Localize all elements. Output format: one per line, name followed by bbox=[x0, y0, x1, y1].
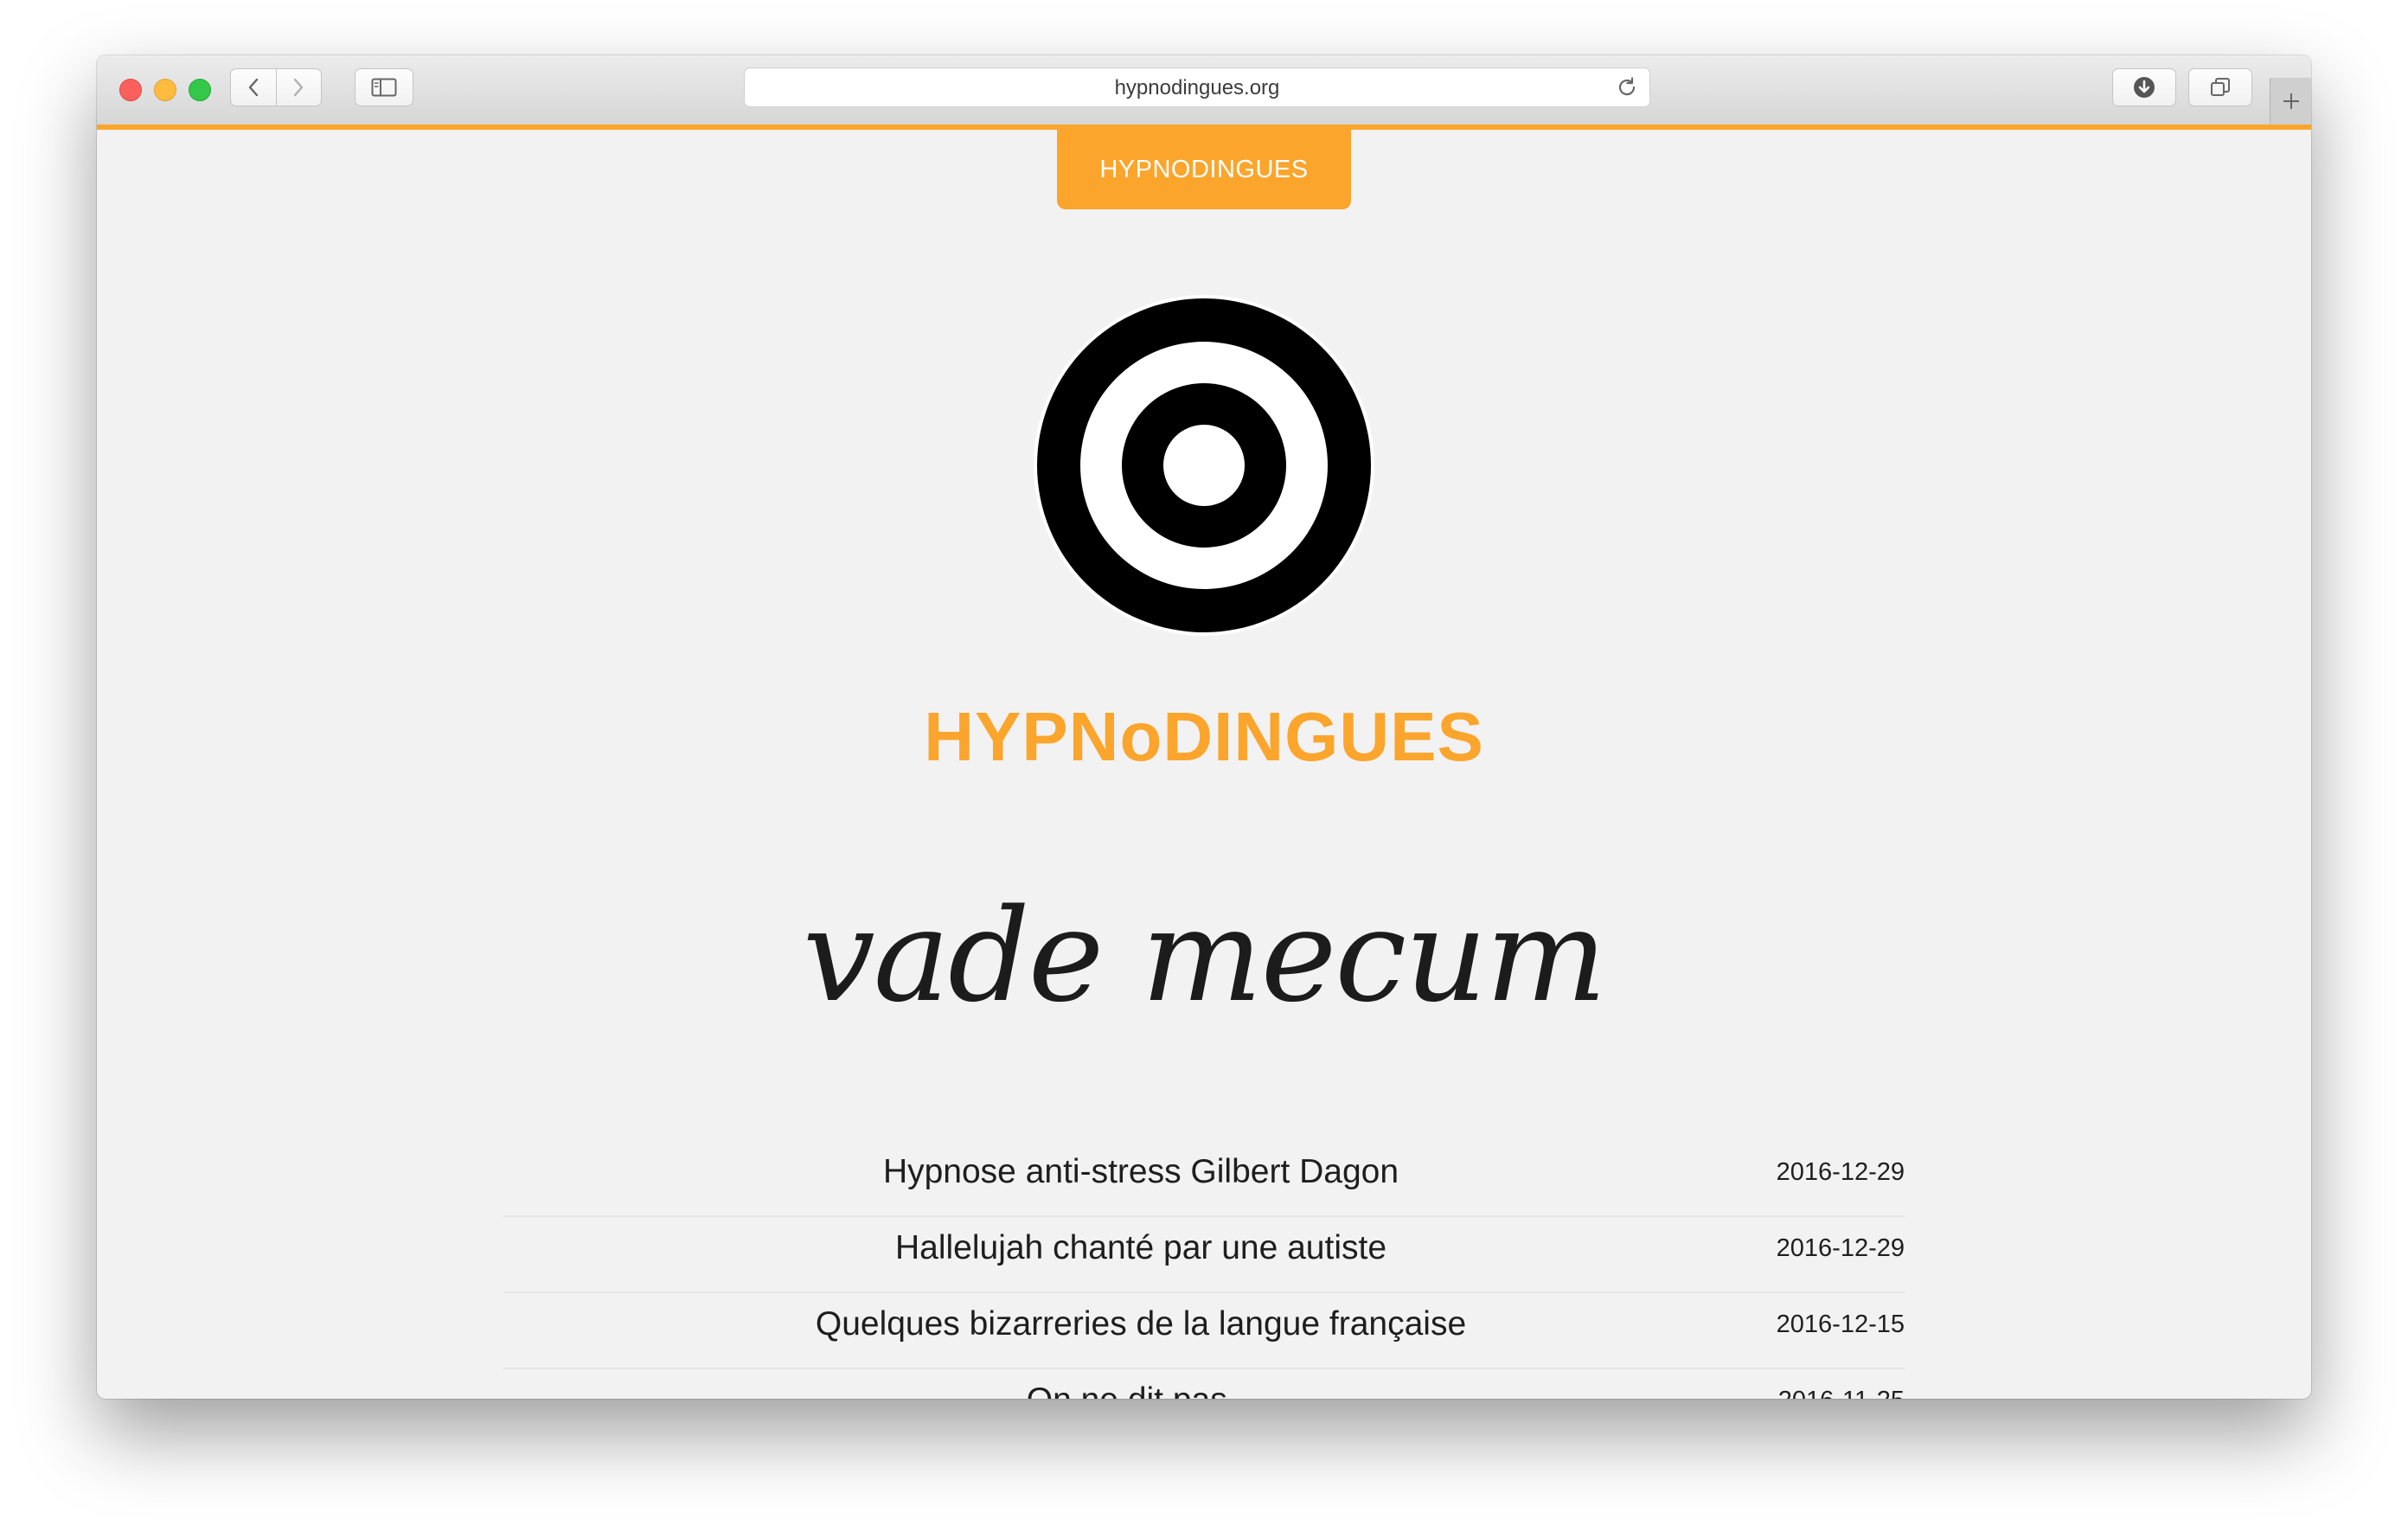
post-title[interactable]: Hallelujah chanté par une autiste bbox=[503, 1229, 1778, 1267]
plus-icon bbox=[2283, 93, 2299, 109]
sidebar-toggle-button[interactable] bbox=[355, 68, 413, 106]
list-item[interactable]: Hallelujah chanté par une autiste 2016-1… bbox=[503, 1217, 1905, 1293]
post-date: 2016-11-25 bbox=[1778, 1387, 1905, 1399]
new-tab-button[interactable] bbox=[2270, 78, 2311, 125]
download-icon bbox=[2134, 77, 2155, 98]
show-all-tabs-button[interactable] bbox=[2188, 68, 2252, 106]
post-date: 2016-12-15 bbox=[1776, 1311, 1905, 1338]
forward-button[interactable] bbox=[277, 69, 322, 106]
maximize-window-button[interactable] bbox=[189, 79, 211, 101]
minimize-window-button[interactable] bbox=[154, 79, 176, 101]
downloads-button[interactable] bbox=[2112, 68, 2176, 106]
chevron-right-icon bbox=[294, 78, 304, 97]
post-title[interactable]: Hypnose anti-stress Gilbert Dagon bbox=[503, 1153, 1778, 1191]
browser-window: hypnodingues.org HYPNODINGUES HYPNoDINGU… bbox=[97, 55, 2311, 1399]
address-bar[interactable]: hypnodingues.org bbox=[744, 67, 1650, 107]
url-text: hypnodingues.org bbox=[1114, 76, 1280, 99]
post-date: 2016-12-29 bbox=[1776, 1234, 1905, 1262]
list-item[interactable]: On ne dit pas... 2016-11-25 bbox=[503, 1369, 1905, 1399]
browser-toolbar: hypnodingues.org bbox=[97, 55, 2311, 125]
reload-icon[interactable] bbox=[1615, 75, 1639, 99]
page-title: vade mecum bbox=[803, 881, 1607, 1030]
history-navigation bbox=[230, 68, 322, 106]
list-item[interactable]: Hypnose anti-stress Gilbert Dagon 2016-1… bbox=[503, 1141, 1905, 1217]
sidebar-icon bbox=[371, 78, 397, 97]
site-title[interactable]: HYPNoDINGUES bbox=[97, 697, 2311, 777]
site-nav-tab[interactable]: HYPNODINGUES bbox=[1057, 130, 1351, 209]
post-list: Hypnose anti-stress Gilbert Dagon 2016-1… bbox=[503, 1141, 1905, 1399]
chevron-left-icon bbox=[248, 78, 258, 97]
list-item[interactable]: Quelques bizarreries de la langue frança… bbox=[503, 1293, 1905, 1369]
close-window-button[interactable] bbox=[119, 79, 142, 101]
target-logo-icon[interactable] bbox=[1034, 295, 1374, 636]
post-title[interactable]: Quelques bizarreries de la langue frança… bbox=[503, 1305, 1778, 1343]
tab-overview-icon bbox=[2211, 78, 2230, 96]
post-date: 2016-12-29 bbox=[1776, 1158, 1905, 1186]
post-title[interactable]: On ne dit pas... bbox=[503, 1381, 1778, 1399]
back-button[interactable] bbox=[231, 69, 277, 106]
